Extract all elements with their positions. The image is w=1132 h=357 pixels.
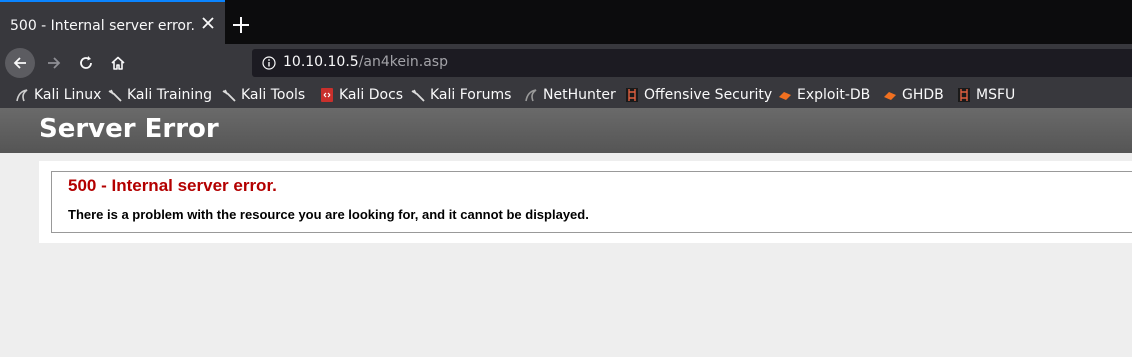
kali-dragon-icon [16,89,28,102]
msfu-icon [958,88,970,102]
bookmark-label: Kali Docs [339,87,404,103]
bookmark-label: Kali Forums [430,87,512,103]
tab-strip: 500 - Internal server error. [0,0,1132,44]
bookmark-offensive-security[interactable]: Offensive Security [625,86,772,104]
home-icon [111,56,125,70]
kali-dragon-icon [222,89,236,102]
url-path: /an4kein.asp [358,54,448,70]
kali-docs-icon [321,88,333,102]
reload-button[interactable] [71,48,101,78]
forward-button[interactable] [39,48,69,78]
bookmark-msfu[interactable]: MSFU [957,86,1015,104]
nethunter-icon [525,89,537,102]
error-title: 500 - Internal server error. [68,176,277,195]
home-button[interactable] [103,48,133,78]
page-header: Server Error [0,108,1132,153]
url-text[interactable]: 10.10.10.5/an4kein.asp [283,54,448,70]
nav-bar: 10.10.10.5/an4kein.asp [0,44,1132,82]
reload-icon [80,56,92,69]
bookmark-label: GHDB [902,87,944,103]
ghdb-icon [884,92,896,100]
bookmark-kali-forums[interactable]: Kali Forums [411,86,511,104]
bookmark-kali-tools[interactable]: Kali Tools [222,86,305,104]
bookmark-label: Exploit-DB [797,87,871,103]
arrow-right-icon [48,57,61,69]
bookmark-label: MSFU [976,87,1016,103]
error-content: 500 - Internal server error. There is a … [39,161,1132,243]
tab-title: 500 - Internal server error. [10,18,195,34]
page-title: Server Error [39,114,219,144]
bookmark-kali-linux[interactable]: Kali Linux [15,86,101,104]
bookmark-label: Kali Linux [34,87,102,103]
bookmarks-toolbar: Kali Linux Kali Training Kali Tools Kali… [0,82,1132,108]
bookmark-label: NetHunter [543,87,616,103]
exploit-db-icon [779,92,791,100]
new-tab-icon[interactable] [231,15,251,35]
info-icon[interactable] [262,56,276,70]
tab-active[interactable]: 500 - Internal server error. [0,0,225,44]
kali-dragon-icon [411,89,425,102]
bookmark-kali-training[interactable]: Kali Training [108,86,212,104]
back-button[interactable] [5,48,35,78]
bookmark-label: Kali Tools [241,87,306,103]
bookmark-kali-docs[interactable]: Kali Docs [320,86,403,104]
bookmark-nethunter[interactable]: NetHunter [524,86,616,104]
error-fieldset: 500 - Internal server error. There is a … [51,171,1132,233]
kali-dragon-icon [108,89,122,102]
error-description: There is a problem with the resource you… [68,207,589,222]
bookmark-label: Kali Training [127,87,212,103]
arrow-left-icon [13,57,26,69]
url-host: 10.10.10.5 [283,54,359,70]
close-tab-icon[interactable] [198,13,218,33]
bookmark-label: Offensive Security [644,87,773,103]
url-bar[interactable]: 10.10.10.5/an4kein.asp [252,49,1132,77]
bookmark-exploit-db[interactable]: Exploit-DB [778,86,870,104]
bookmark-ghdb[interactable]: GHDB [883,86,944,104]
offsec-icon [626,88,638,102]
